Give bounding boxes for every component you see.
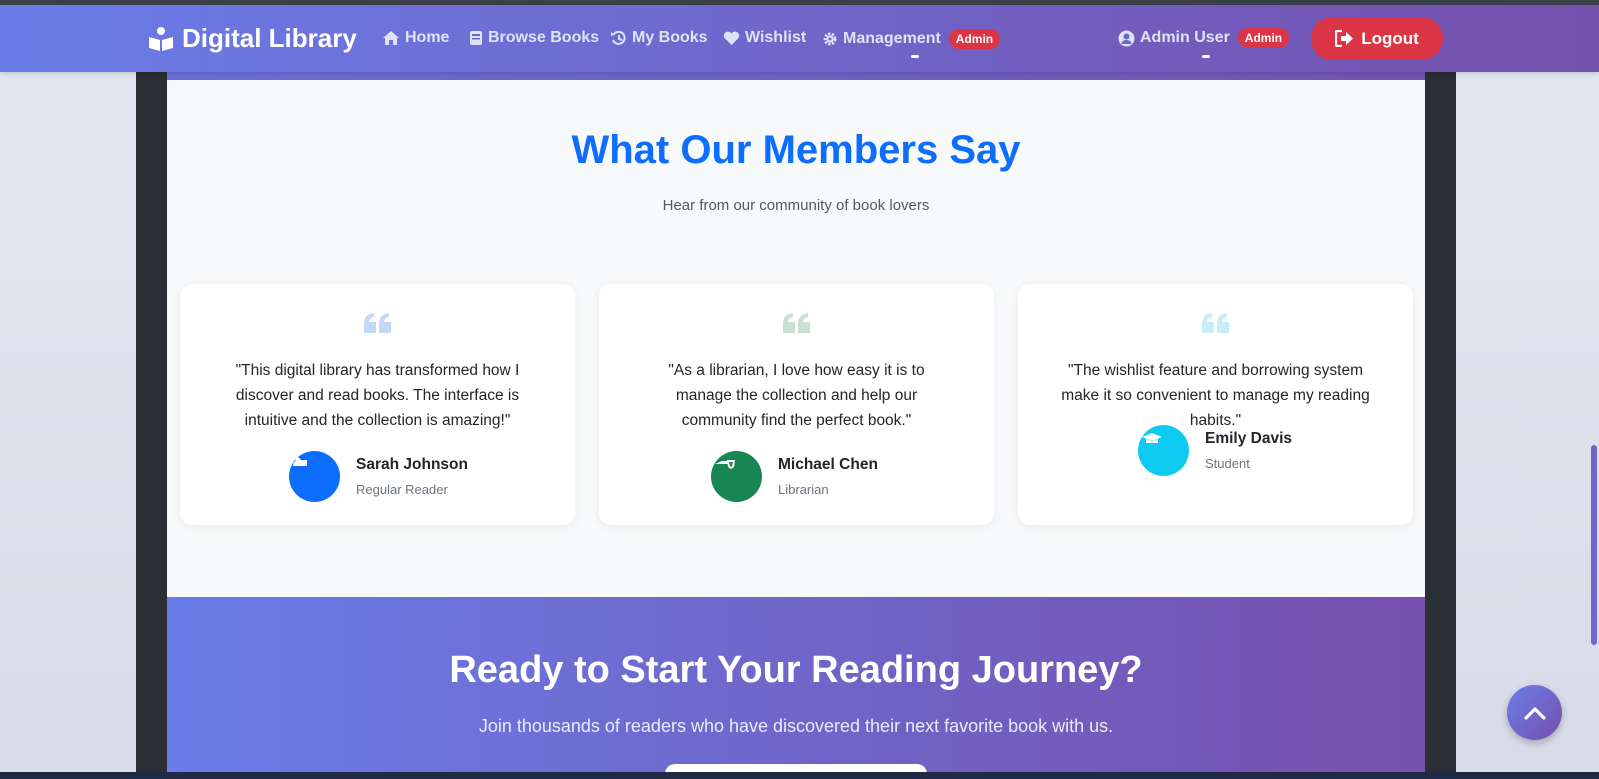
active-indicator	[911, 55, 919, 58]
author-name: Sarah Johnson	[356, 456, 468, 473]
logout-button[interactable]: Logout	[1311, 17, 1443, 60]
navbar: Digital Library Home Browse Books My Boo…	[0, 5, 1599, 72]
quote-icon	[1018, 312, 1413, 339]
book-reader-icon	[149, 26, 173, 51]
avatar	[711, 451, 762, 502]
testimonial-card: "The wishlist feature and borrowing syst…	[1018, 284, 1413, 525]
nav-home[interactable]: Home	[382, 29, 449, 47]
author-name: Emily Davis	[1205, 430, 1293, 447]
testimonial-card: "As a librarian, I love how easy it is t…	[599, 284, 994, 525]
graduate-icon	[1142, 433, 1162, 443]
heart-icon	[723, 31, 740, 45]
chevron-up-icon	[1523, 706, 1546, 720]
os-taskbar	[0, 772, 1599, 779]
scroll-to-top-button[interactable]	[1507, 685, 1562, 740]
section-title: What Our Members Say	[571, 128, 1021, 172]
nav-management-label: Management	[843, 30, 941, 47]
avatar	[1138, 425, 1189, 476]
quote-icon	[180, 312, 575, 339]
window-top-edge	[0, 0, 1599, 5]
user-circle-icon	[1118, 30, 1135, 46]
brand-logo[interactable]: Digital Library	[148, 23, 357, 54]
user-menu-indicator	[1202, 55, 1210, 58]
avatar	[289, 451, 340, 502]
user-tie-icon	[715, 460, 735, 469]
book-icon	[470, 31, 482, 45]
nav-browse-books[interactable]: Browse Books	[469, 29, 599, 47]
author-role: Student	[1205, 456, 1250, 471]
page-background-left	[0, 0, 136, 779]
nav-browse-books-label: Browse Books	[488, 29, 600, 46]
nav-home-label: Home	[405, 29, 450, 46]
testimonial-quote: "This digital library has transformed ho…	[235, 362, 520, 429]
nav-my-books-label: My Books	[632, 29, 708, 46]
gear-icon	[823, 32, 837, 46]
user-icon	[293, 457, 307, 466]
testimonial-author: Michael Chen Librarian	[711, 451, 878, 502]
nav-my-books[interactable]: My Books	[610, 29, 708, 47]
author-name: Michael Chen	[778, 456, 878, 473]
home-icon	[383, 31, 399, 45]
testimonial-quote: "As a librarian, I love how easy it is t…	[668, 362, 925, 429]
nav-management[interactable]: Management Admin	[822, 29, 1001, 49]
history-icon	[611, 30, 626, 45]
scrollbar-thumb[interactable]	[1591, 445, 1597, 645]
user-role-badge: Admin	[1237, 28, 1290, 48]
section-divider-strip	[167, 72, 1425, 80]
testimonial-author: Sarah Johnson Regular Reader	[289, 451, 468, 502]
user-name: Admin User	[1140, 29, 1230, 46]
author-role: Regular Reader	[356, 482, 448, 497]
admin-badge: Admin	[948, 29, 1001, 49]
section-subtitle: Hear from our community of book lovers	[662, 197, 930, 214]
author-role: Librarian	[778, 482, 829, 497]
nav-wishlist[interactable]: Wishlist	[723, 29, 806, 47]
quote-icon	[599, 312, 994, 339]
cta-subtitle: Join thousands of readers who have disco…	[478, 716, 1114, 736]
brand-title: Digital Library	[182, 23, 357, 53]
testimonial-card: "This digital library has transformed ho…	[180, 284, 575, 525]
testimonial-author: Emily Davis Student	[1138, 425, 1292, 476]
logout-label: Logout	[1361, 28, 1419, 48]
sign-out-icon	[1335, 30, 1354, 47]
user-menu[interactable]: Admin User Admin	[1118, 28, 1290, 48]
cta-section: Ready to Start Your Reading Journey? Joi…	[167, 597, 1425, 779]
cta-title: Ready to Start Your Reading Journey?	[449, 649, 1143, 691]
testimonial-quote: "The wishlist feature and borrowing syst…	[1061, 362, 1370, 429]
nav-wishlist-label: Wishlist	[745, 29, 807, 46]
page-background-right	[1456, 0, 1599, 779]
